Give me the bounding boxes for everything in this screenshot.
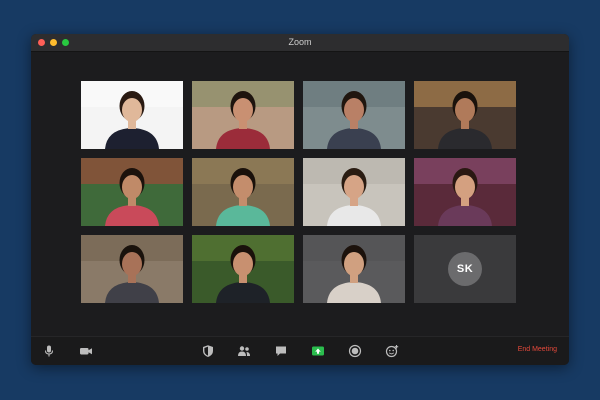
mute-microphone-button[interactable] bbox=[42, 344, 56, 358]
video-camera-icon bbox=[80, 348, 92, 355]
title-bar: Zoom bbox=[31, 34, 569, 52]
participant-video-1 bbox=[81, 81, 183, 149]
participant-video-3 bbox=[303, 81, 405, 149]
record-icon bbox=[348, 344, 362, 358]
participant-tile-6[interactable] bbox=[192, 158, 294, 226]
participant-video-10 bbox=[192, 235, 294, 303]
record-button[interactable] bbox=[348, 344, 362, 358]
participant-tile-9[interactable] bbox=[81, 235, 183, 303]
zoom-window: Zoom SK End Meeting bbox=[31, 34, 569, 365]
participant-face bbox=[455, 98, 475, 122]
participant-tile-5[interactable] bbox=[81, 158, 183, 226]
participant-face bbox=[455, 175, 475, 199]
participant-face bbox=[233, 98, 253, 122]
window-title: Zoom bbox=[288, 37, 312, 47]
participant-face bbox=[233, 252, 253, 276]
participant-video-9 bbox=[81, 235, 183, 303]
participant-tile-8[interactable] bbox=[414, 158, 516, 226]
share-screen-button[interactable] bbox=[311, 344, 325, 358]
participant-initials-avatar: SK bbox=[448, 252, 482, 286]
participants-icon bbox=[238, 346, 250, 356]
participant-video-5 bbox=[81, 158, 183, 226]
end-meeting-button[interactable]: End Meeting bbox=[518, 346, 557, 353]
participant-tile-7[interactable] bbox=[303, 158, 405, 226]
share-screen-icon bbox=[312, 346, 324, 356]
participant-tile-4[interactable] bbox=[414, 81, 516, 149]
participant-tile-1[interactable] bbox=[81, 81, 183, 149]
participant-face bbox=[344, 98, 364, 122]
participant-face bbox=[233, 175, 253, 199]
shield-icon bbox=[203, 345, 213, 357]
participant-video-11 bbox=[303, 235, 405, 303]
participant-face bbox=[344, 252, 364, 276]
gallery-view: SK bbox=[81, 81, 516, 303]
chat-bubble-icon bbox=[276, 346, 286, 356]
participant-video-2 bbox=[192, 81, 294, 149]
participant-video-6 bbox=[192, 158, 294, 226]
stop-video-button[interactable] bbox=[79, 344, 93, 358]
microphone-icon bbox=[44, 345, 54, 357]
participant-tile-12[interactable]: SK bbox=[414, 235, 516, 303]
participant-video-4 bbox=[414, 81, 516, 149]
participant-face bbox=[344, 175, 364, 199]
participants-button[interactable] bbox=[237, 344, 251, 358]
participant-tile-11[interactable] bbox=[303, 235, 405, 303]
participant-tile-2[interactable] bbox=[192, 81, 294, 149]
chat-button[interactable] bbox=[274, 344, 288, 358]
security-button[interactable] bbox=[201, 344, 215, 358]
participant-tile-10[interactable] bbox=[192, 235, 294, 303]
participant-face bbox=[122, 175, 142, 199]
participant-tile-3[interactable] bbox=[303, 81, 405, 149]
smiley-add-icon bbox=[385, 345, 399, 358]
reactions-button[interactable] bbox=[385, 344, 399, 358]
participant-video-8 bbox=[414, 158, 516, 226]
participant-face bbox=[122, 98, 142, 122]
participant-face bbox=[122, 252, 142, 276]
participant-video-7 bbox=[303, 158, 405, 226]
meeting-toolbar: End Meeting bbox=[31, 336, 569, 365]
